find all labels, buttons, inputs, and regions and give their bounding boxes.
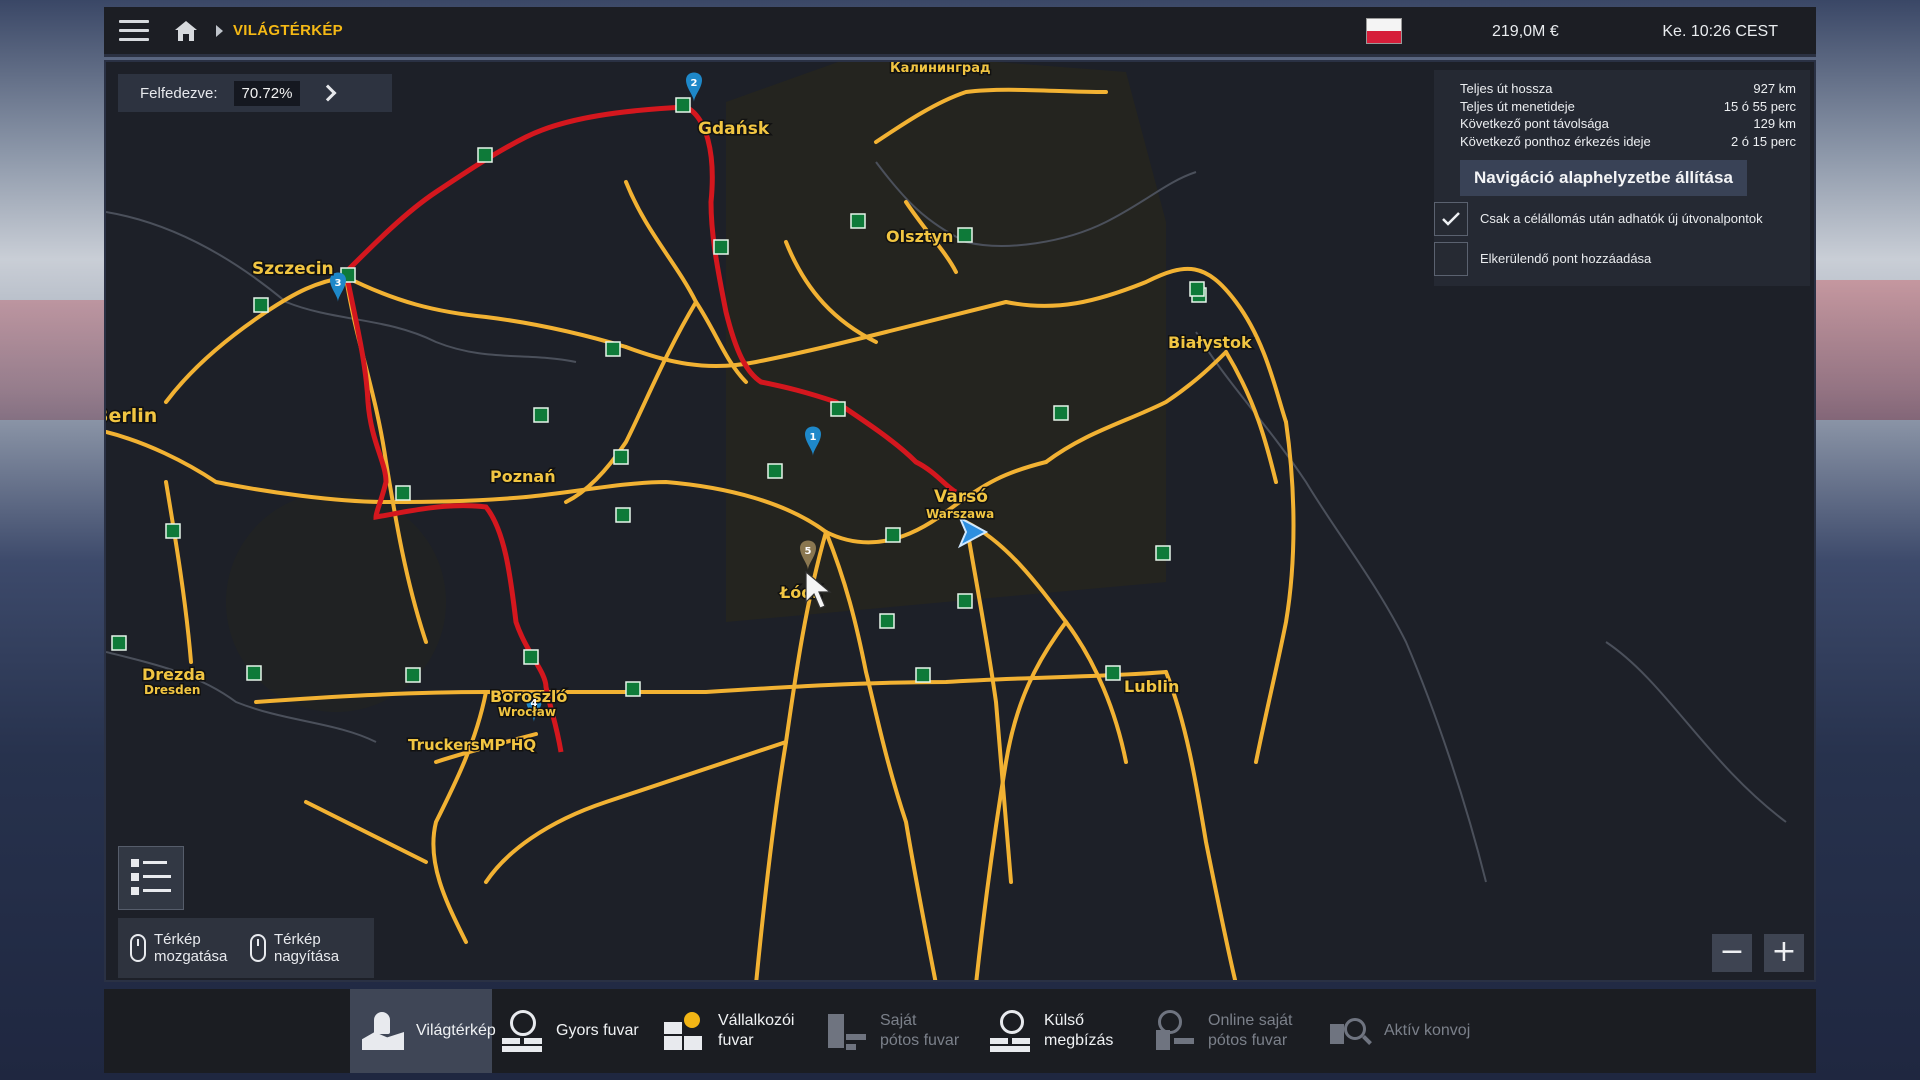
bottom-navigation: Világtérkép Gyors fuvar Vállalkozói fuva… — [104, 989, 1816, 1073]
tab-active-convoy[interactable]: Aktív konvoj — [1330, 989, 1500, 1073]
background-stripe-right — [1816, 280, 1920, 420]
legend-list-icon — [131, 859, 171, 895]
tab-online-own-trailer[interactable]: Online saját pótos fuvar — [1154, 989, 1314, 1073]
city-gdansk: Gdańsk — [698, 119, 770, 139]
new-waypoints-checkbox[interactable] — [1434, 202, 1468, 236]
zoom-out-button[interactable]: − — [1712, 934, 1752, 972]
hamburger-icon — [119, 20, 149, 23]
hint-zoom-map: Térkép nagyítása — [250, 931, 354, 965]
zoom-in-button[interactable]: + — [1764, 934, 1804, 972]
mouse-left-icon — [130, 934, 146, 962]
city-bialystok: Białystok — [1168, 333, 1252, 352]
explored-value: 70.72% — [233, 80, 301, 106]
world-map-icon — [362, 1010, 404, 1052]
waypoint-number: 3 — [335, 278, 342, 289]
breadcrumb[interactable]: VILÁGTÉRKÉP — [233, 22, 343, 39]
chevron-right-icon — [216, 24, 223, 37]
mouse-wheel-icon — [250, 934, 266, 962]
route-row: Teljes út hossza 927 km — [1460, 81, 1796, 96]
checkmark-icon — [1442, 212, 1460, 226]
trailer-icon — [826, 1010, 868, 1052]
tab-freight-market[interactable]: Vállalkozói fuvar — [664, 989, 814, 1073]
truck-silhouette — [726, 62, 1166, 622]
city-warszawa-sub: Warszawa — [926, 507, 994, 521]
waypoint-number: 2 — [691, 78, 698, 89]
city-berlin: Berlin — [106, 405, 157, 427]
reset-navigation-button[interactable]: Navigáció alaphelyzetbe állítása — [1460, 160, 1747, 196]
world-map[interactable]: Калининград Gdańsk Olsztyn Szczecin Biał… — [104, 60, 1816, 982]
city-truckersmp-hq: TruckersMP HQ — [408, 736, 536, 754]
clock-cargo-icon — [502, 1010, 544, 1052]
background-stripe-left — [0, 300, 104, 420]
home-icon — [175, 20, 197, 41]
route-row: Következő ponthoz érkezés ideje 2 ó 15 p… — [1460, 133, 1796, 149]
explored-label: Felfedezve: — [140, 84, 218, 102]
waypoint-number: 4 — [531, 698, 538, 709]
route-info-panel: Teljes út hossza 927 km Teljes út meneti… — [1434, 70, 1810, 286]
city-warszawa: Varsó — [934, 487, 988, 507]
avoid-point-checkbox[interactable] — [1434, 242, 1468, 276]
cargo-boxes-icon — [664, 1010, 706, 1052]
city-wroclaw-sub: Wrocław — [498, 705, 556, 719]
route-row: Teljes út menetideje 15 ó 55 perc — [1460, 98, 1796, 114]
tab-world-map[interactable]: Világtérkép — [350, 989, 496, 1073]
city-szczecin: Szczecin — [252, 259, 334, 279]
city-lublin: Lublin — [1124, 677, 1179, 696]
globe-trailer-icon — [1154, 1010, 1196, 1052]
poland-flag-icon — [1366, 18, 1402, 44]
money-balance: 219,0M € — [1492, 23, 1559, 40]
top-bar: VILÁGTÉRKÉP 219,0M € Ke. 10:26 CEST — [104, 7, 1816, 57]
city-dresden: Drezda — [142, 665, 206, 684]
menu-button[interactable] — [104, 6, 164, 56]
city-wroclaw: Boroszló — [490, 687, 567, 706]
map-legend-button[interactable] — [118, 846, 184, 910]
tab-own-trailer[interactable]: Saját pótos fuvar — [826, 989, 966, 1073]
route-row: Következő pont távolsága 129 km — [1460, 116, 1796, 131]
waypoint-number: 1 — [810, 432, 817, 443]
tab-quick-job[interactable]: Gyors fuvar — [502, 989, 642, 1073]
mouse-hints: Térkép mozgatása Térkép nagyítása — [118, 918, 374, 978]
option-new-waypoints[interactable]: Csak a célállomás után adhatók új útvona… — [1434, 202, 1796, 236]
city-olsztyn: Olsztyn — [886, 227, 953, 246]
city-dresden-sub: Dresden — [144, 683, 200, 697]
option-avoid-point[interactable]: Elkerülendő pont hozzáadása — [1434, 242, 1796, 276]
game-clock: Ke. 10:26 CEST — [1662, 23, 1778, 40]
waypoint-number: 5 — [805, 546, 812, 557]
city-poznan: Poznań — [490, 467, 556, 486]
explored-indicator: Felfedezve: 70.72% — [118, 74, 392, 112]
globe-cargo-icon — [990, 1010, 1032, 1052]
tab-external-contracts[interactable]: Külső megbízás — [990, 989, 1130, 1073]
home-button[interactable] — [164, 6, 208, 56]
convoy-search-icon — [1330, 1010, 1372, 1052]
city-kaliningrad: Калининград — [890, 62, 990, 76]
chevron-right-icon[interactable] — [319, 84, 337, 102]
hint-move-map: Térkép mozgatása — [130, 931, 234, 965]
